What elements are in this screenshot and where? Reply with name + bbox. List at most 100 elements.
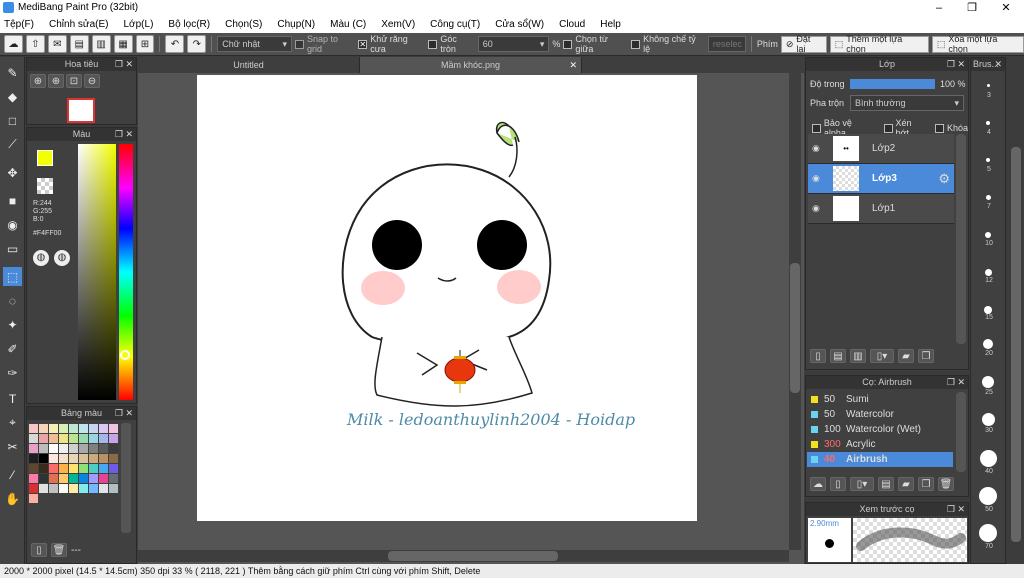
panel-close-icon[interactable]: ✕ <box>994 58 1002 71</box>
brush-size-dot[interactable] <box>982 376 994 388</box>
menu-help[interactable]: Help <box>600 19 621 30</box>
primary-color-swatch[interactable] <box>37 150 53 166</box>
side-scroll-thumb[interactable] <box>1011 147 1021 542</box>
palette-swatch[interactable] <box>99 434 108 443</box>
center-checkbox[interactable]: Chọn từ giữa <box>563 34 628 54</box>
zoom-in-icon[interactable]: ⊕ <box>48 74 64 88</box>
magic-wand-icon[interactable]: ✦ <box>3 315 22 334</box>
palette-scrollbar[interactable] <box>121 423 131 533</box>
ratio-input[interactable]: reselec <box>707 36 746 52</box>
gradient-tool-icon[interactable]: ▭ <box>3 239 22 258</box>
palette-swatch[interactable] <box>69 484 78 493</box>
palette-swatch[interactable] <box>59 454 68 463</box>
palette-swatch[interactable] <box>39 454 48 463</box>
add-selection-button[interactable]: ⬚ Thêm một lựa chọn <box>829 34 929 54</box>
brush-item[interactable]: 300 Acrylic <box>807 437 953 452</box>
palette-swatch[interactable] <box>89 484 98 493</box>
palette-swatch[interactable] <box>59 474 68 483</box>
minimize-icon[interactable]: – <box>922 0 956 16</box>
panel-close-icon[interactable]: ❐ ✕ <box>115 407 133 420</box>
brush-size-dot[interactable] <box>985 232 991 238</box>
select-eraser-icon[interactable]: ✑ <box>3 363 22 382</box>
palette-swatch[interactable] <box>109 464 118 473</box>
palette-swatch[interactable] <box>79 484 88 493</box>
palette-swatch[interactable] <box>39 474 48 483</box>
menu-color[interactable]: Màu (C) <box>330 19 366 30</box>
gear-icon[interactable]: ⚙ <box>938 171 950 187</box>
palette-swatch[interactable] <box>99 424 108 433</box>
palette-swatch[interactable] <box>89 444 98 453</box>
palette-swatch[interactable] <box>89 424 98 433</box>
duplicate-icon[interactable]: ❐ <box>918 349 934 363</box>
side-scrollbar[interactable] <box>1008 57 1024 564</box>
hue-slider-handle[interactable] <box>120 350 130 360</box>
palette-swatch[interactable] <box>29 434 38 443</box>
round-checkbox[interactable]: Góc tròn <box>428 34 474 54</box>
palette-swatch[interactable] <box>69 434 78 443</box>
opacity-slider[interactable] <box>850 79 935 89</box>
add-layer-menu-icon[interactable]: ▯▾ <box>870 349 894 363</box>
undo-icon[interactable]: ↶ <box>165 35 185 53</box>
page-icon[interactable]: ▥ <box>91 35 111 53</box>
brush-delete-icon[interactable]: 🗑 <box>938 477 954 491</box>
palette-icon[interactable]: ◍ <box>33 250 49 266</box>
remove-selection-button[interactable]: ⬚ Xóa một lựa chọn <box>931 34 1024 54</box>
shape-select[interactable]: Chữ nhật ▾ <box>217 36 292 52</box>
redo-icon[interactable]: ↷ <box>187 35 207 53</box>
new-brush-icon[interactable]: ▯ <box>830 477 846 491</box>
bucket-tool-icon[interactable]: ◉ <box>3 215 22 234</box>
palette-swatch[interactable] <box>59 484 68 493</box>
drawing-canvas[interactable]: Milk - ledoanthuylinh2004 - Hoidap <box>197 75 697 521</box>
menu-layer[interactable]: Lớp(L) <box>124 19 154 30</box>
select-tool-icon[interactable]: ⬚ <box>3 267 22 286</box>
palette-swatch[interactable] <box>79 464 88 473</box>
folder-icon[interactable]: ▰ <box>898 349 914 363</box>
palette-swatch[interactable] <box>59 434 68 443</box>
vertical-scrollbar[interactable] <box>789 73 801 550</box>
palette-swatch[interactable] <box>99 484 108 493</box>
menu-view[interactable]: Xem(V) <box>381 19 415 30</box>
eyedropper-icon[interactable]: ⁄ <box>3 465 22 484</box>
chat-icon[interactable]: ▤ <box>69 35 89 53</box>
palette-swatch[interactable] <box>109 484 118 493</box>
move-tool-icon[interactable]: ✥ <box>3 163 22 182</box>
palette-swatch[interactable] <box>29 484 38 493</box>
palette-swatch[interactable] <box>69 464 78 473</box>
menu-select[interactable]: Chọn(S) <box>225 19 262 30</box>
palette-swatch[interactable] <box>89 474 98 483</box>
brush-duplicate-icon[interactable]: ❐ <box>918 477 934 491</box>
new-layer-icon[interactable]: ▯ <box>810 349 826 363</box>
palette-swatch[interactable] <box>59 424 68 433</box>
palette-swatch[interactable] <box>69 454 78 463</box>
delete-palette-icon[interactable]: 🗑 <box>51 543 67 557</box>
rect-tool-icon[interactable]: □ <box>3 111 22 130</box>
palette-swatch[interactable] <box>79 454 88 463</box>
palette-swatch[interactable] <box>109 444 118 453</box>
palette-swatch[interactable] <box>29 444 38 453</box>
palette-swatch[interactable] <box>49 444 58 453</box>
menu-cloud[interactable]: Cloud <box>559 19 585 30</box>
palette-swatch[interactable] <box>99 464 108 473</box>
palette-swatch[interactable] <box>49 424 58 433</box>
transparent-swatch[interactable] <box>37 178 53 194</box>
ratio-checkbox[interactable]: Không chế tỷ lệ <box>631 34 705 54</box>
palette-swatch[interactable] <box>79 424 88 433</box>
palette-swatch[interactable] <box>39 424 48 433</box>
blend-select[interactable]: Bình thường ▾ <box>850 95 964 111</box>
panel-close-icon[interactable]: ❐ ✕ <box>947 58 965 71</box>
new-1bit-layer-icon[interactable]: ▥ <box>850 349 866 363</box>
hand-tool-icon[interactable]: ✋ <box>3 489 22 508</box>
fill-rect-tool-icon[interactable]: ■ <box>3 191 22 210</box>
brush-scrollbar[interactable] <box>956 392 966 472</box>
palette-swatch[interactable] <box>29 494 38 503</box>
eraser-tool-icon[interactable]: ◆ <box>3 87 22 106</box>
palette-swatch[interactable] <box>49 454 58 463</box>
new-palette-icon[interactable]: ▯ <box>31 543 47 557</box>
brush-settings-icon[interactable]: ▤ <box>878 477 894 491</box>
brush-size-dot[interactable] <box>979 524 997 542</box>
palette-swatch[interactable] <box>79 434 88 443</box>
maximize-icon[interactable]: ❐ <box>955 0 989 16</box>
menu-edit[interactable]: Chỉnh sửa(E) <box>49 19 109 30</box>
hue-slider[interactable] <box>119 144 133 400</box>
saturation-value-picker[interactable] <box>78 144 116 400</box>
